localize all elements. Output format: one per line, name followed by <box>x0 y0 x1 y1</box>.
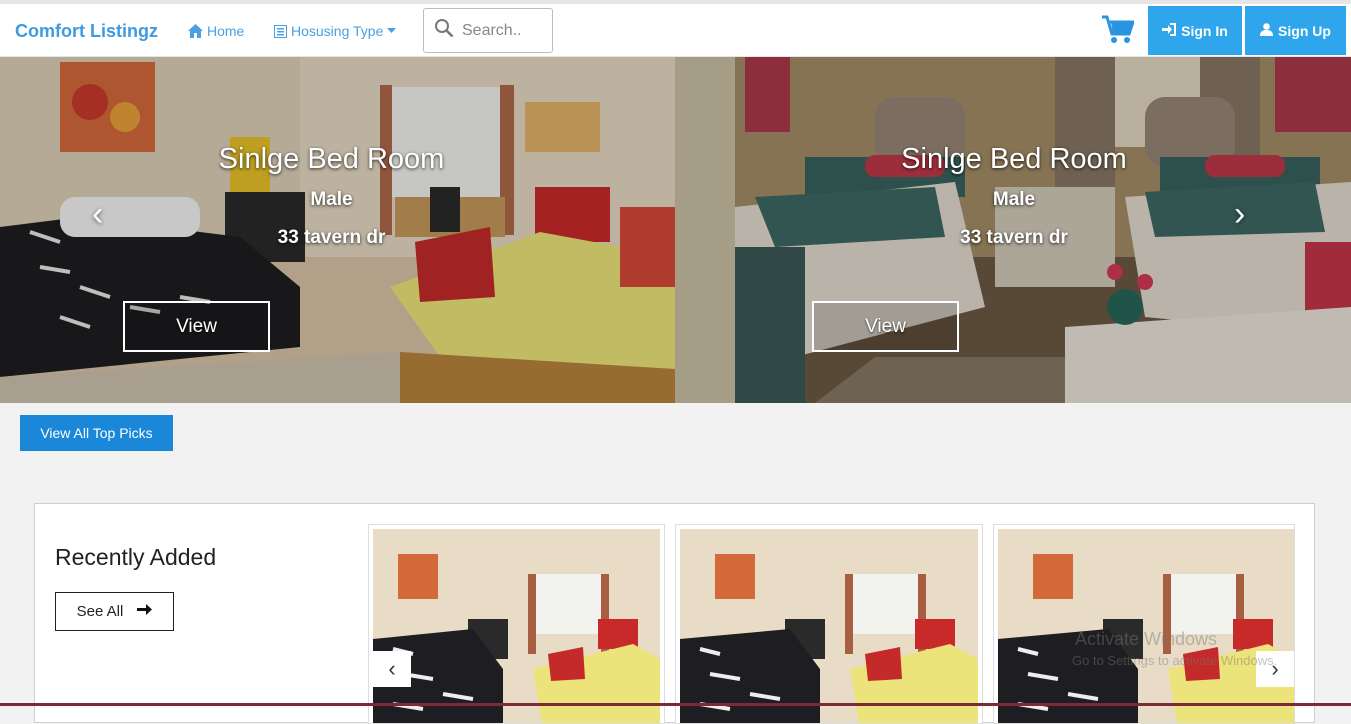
listing-card[interactable] <box>368 524 665 724</box>
sign-up-label: Sign Up <box>1278 22 1331 39</box>
sign-up-button[interactable]: Sign Up <box>1245 6 1346 55</box>
caret-down-icon <box>387 28 397 34</box>
slide-gender: Male <box>992 189 1036 210</box>
windows-watermark-title: Activate Windows <box>1075 629 1218 649</box>
search-icon <box>434 18 454 43</box>
sign-in-button[interactable]: Sign In <box>1148 6 1242 55</box>
listing-card[interactable] <box>675 524 983 724</box>
listing-photo <box>680 529 978 723</box>
listing-card[interactable] <box>993 524 1295 724</box>
hero-carousel: Sinlge Bed Room Male 33 tavern dr View S… <box>0 57 1351 403</box>
nav-home[interactable]: Home <box>188 23 244 39</box>
search-input[interactable] <box>462 21 542 40</box>
nav-housing-type-dropdown[interactable]: Hosusing Type <box>274 23 397 39</box>
sign-in-icon <box>1162 22 1177 39</box>
navbar: Comfort Listingz Home Hosusing Type Sign… <box>0 4 1351 57</box>
cart-icon[interactable] <box>1102 15 1136 50</box>
home-icon <box>188 24 203 38</box>
listing-photo <box>998 529 1294 723</box>
view-all-top-picks-button[interactable]: View All Top Picks <box>20 415 173 451</box>
slide-address: 33 tavern dr <box>960 227 1068 248</box>
arrow-right-icon <box>137 603 153 620</box>
see-all-label: See All <box>76 603 124 620</box>
see-all-button[interactable]: See All <box>55 592 174 631</box>
sign-in-label: Sign In <box>1181 22 1228 39</box>
slide-title: Sinlge Bed Room <box>218 143 445 175</box>
nav-home-label: Home <box>207 23 245 39</box>
slide-title: Sinlge Bed Room <box>901 143 1127 175</box>
view-listing-button[interactable]: View <box>812 301 959 352</box>
carousel-prev-icon[interactable]: ‹ <box>92 195 103 234</box>
hero-slide: Sinlge Bed Room Male 33 tavern dr View <box>675 57 1351 403</box>
list-icon <box>274 24 287 38</box>
view-listing-button[interactable]: View <box>123 301 270 352</box>
carousel-next-icon[interactable]: › <box>1234 195 1245 234</box>
search-box[interactable] <box>423 8 553 53</box>
recent-prev-icon[interactable]: ‹ <box>373 651 411 687</box>
user-icon <box>1260 22 1274 39</box>
recently-added-panel: Recently Added See All ‹ › <box>34 503 1315 724</box>
recently-added-title: Recently Added <box>55 544 217 570</box>
listing-photo <box>373 529 660 723</box>
nav-housing-type-label: Hosusing Type <box>291 23 384 39</box>
brand-logo[interactable]: Comfort Listingz <box>15 21 158 42</box>
windows-watermark-text: Go to Settings to activate Windows. <box>1072 653 1278 668</box>
